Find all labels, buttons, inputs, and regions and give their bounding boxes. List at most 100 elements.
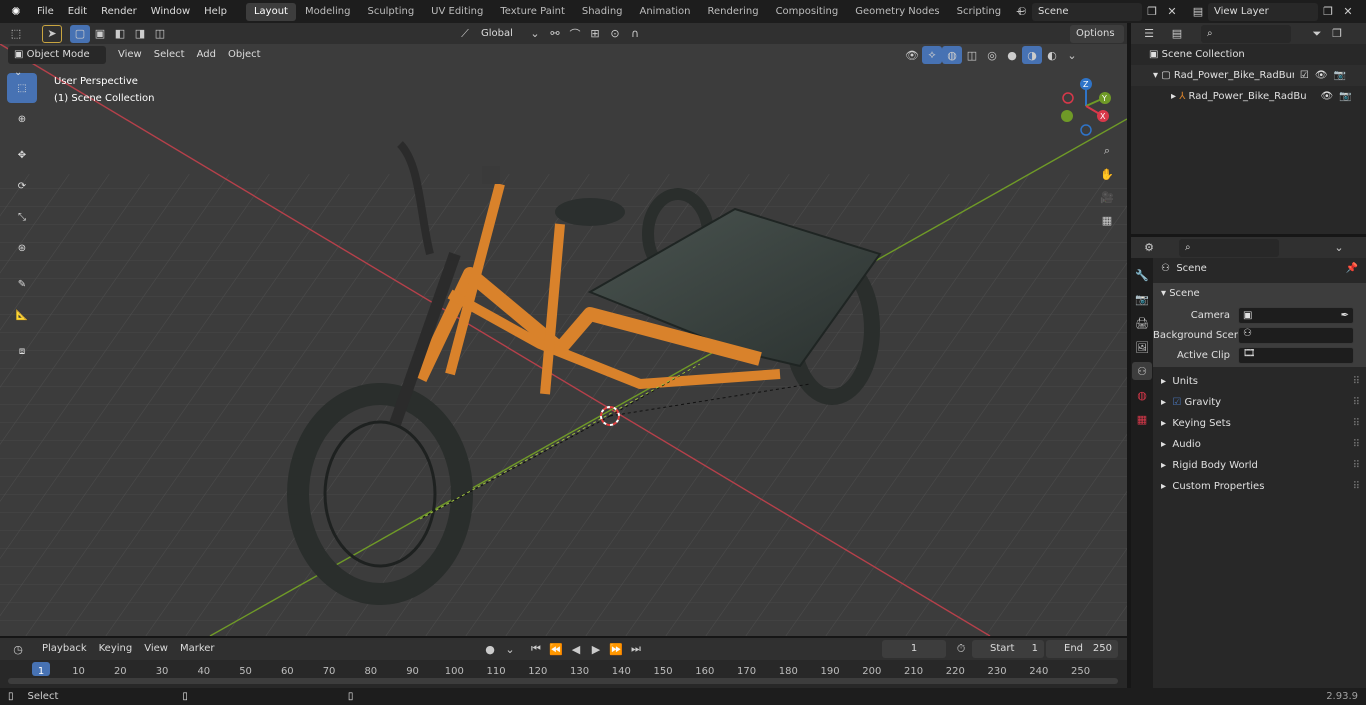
filter-icon[interactable]: ⏷ xyxy=(1307,25,1327,43)
material-shading-icon[interactable]: ◑ xyxy=(1022,46,1042,64)
eye-icon[interactable]: 👁 xyxy=(1315,70,1328,81)
render-tab-icon[interactable]: 📷 xyxy=(1132,290,1152,308)
shading-options-icon[interactable]: ⌄ xyxy=(1062,46,1082,64)
camera-field[interactable]: ▣ ✒ xyxy=(1238,307,1354,324)
snap-target-icon[interactable]: ⊞ xyxy=(585,25,605,43)
panel-units[interactable]: ▸ Units ⠿ xyxy=(1153,371,1366,392)
menu-file[interactable]: File xyxy=(30,0,61,23)
view-layer-field[interactable]: View Layer xyxy=(1208,2,1318,21)
zoom-icon[interactable]: ⌕ xyxy=(1097,142,1117,160)
jump-start-icon[interactable]: ⏮ xyxy=(526,640,546,658)
solid-shading-icon[interactable]: ● xyxy=(1002,46,1022,64)
measure-icon[interactable]: 📐 xyxy=(7,300,37,330)
tab-animation[interactable]: Animation xyxy=(632,3,699,21)
tab-layout[interactable]: Layout xyxy=(245,2,296,21)
select-tool-icon[interactable]: ➤ xyxy=(42,24,62,43)
next-keyframe-icon[interactable]: ⏩ xyxy=(606,640,626,658)
outliner-root[interactable]: ▣ Scene Collection xyxy=(1131,44,1366,65)
editor-type-icon[interactable]: ⬚ xyxy=(6,25,26,43)
active-clip-field[interactable]: 🎞 xyxy=(1238,347,1354,364)
mode-dropdown[interactable]: ▣ Object Mode ⌄ xyxy=(8,46,106,78)
eye-icon[interactable]: 👁 xyxy=(1321,91,1334,102)
viewport-menu-select[interactable]: Select xyxy=(148,46,191,64)
overlay-toggle-icon[interactable]: ◍ xyxy=(942,46,962,64)
scale-icon[interactable]: ⤡ xyxy=(7,202,37,232)
select-new-icon[interactable]: ▢ xyxy=(70,24,90,43)
tab-uv-editing[interactable]: UV Editing xyxy=(423,3,491,21)
timeline-scrollbar[interactable] xyxy=(8,678,1118,684)
remove-scene-icon[interactable]: ✕ xyxy=(1162,3,1182,21)
texture-tab-icon[interactable]: ▦ xyxy=(1132,410,1152,428)
camera-icon[interactable]: 📷 xyxy=(1334,70,1346,81)
new-view-layer-icon[interactable]: ❐ xyxy=(1318,3,1338,21)
tab-shading[interactable]: Shading xyxy=(574,3,631,21)
jump-end-icon[interactable]: ⏭ xyxy=(626,640,646,658)
chevron-down-icon[interactable]: ⌄ xyxy=(500,640,520,658)
gizmo-toggle-icon[interactable]: ⟡ xyxy=(922,46,942,64)
properties-editor-icon[interactable]: ⚙ xyxy=(1139,239,1159,257)
falloff-icon[interactable]: ∩ xyxy=(625,25,645,43)
navigation-gizmo[interactable]: Z Y X xyxy=(1061,78,1111,136)
menu-edit[interactable]: Edit xyxy=(61,0,94,23)
pivot-icon[interactable]: ⚯ xyxy=(545,25,565,43)
drag-handle-icon[interactable]: ⠿ xyxy=(1353,376,1360,387)
timeline-menu-view[interactable]: View xyxy=(138,640,174,658)
display-mode-icon[interactable]: ▤ xyxy=(1167,25,1187,43)
outliner-row[interactable]: ▸ ⅄ Rad_Power_Bike_RadBu 👁 📷 xyxy=(1131,86,1366,107)
drag-handle-icon[interactable]: ⠿ xyxy=(1353,418,1360,429)
current-frame-field[interactable]: 1 xyxy=(882,640,946,658)
add-cube-icon[interactable]: ⧈ xyxy=(7,336,37,366)
tab-texture-paint[interactable]: Texture Paint xyxy=(492,3,573,21)
panel-custom-properties[interactable]: ▸ Custom Properties ⠿ xyxy=(1153,476,1366,497)
select-intersect-icon[interactable]: ◫ xyxy=(150,25,170,43)
tab-geometry-nodes[interactable]: Geometry Nodes xyxy=(847,3,947,21)
panel-gravity[interactable]: ▸ ☑ Gravity ⠿ xyxy=(1153,392,1366,413)
outliner-search-input[interactable]: ⌕ xyxy=(1201,24,1291,43)
end-frame-field[interactable]: End 250 xyxy=(1046,640,1118,658)
panel-audio[interactable]: ▸ Audio ⠿ xyxy=(1153,434,1366,455)
prev-keyframe-icon[interactable]: ⏪ xyxy=(546,640,566,658)
scene-section-header[interactable]: ▾ Scene xyxy=(1153,283,1366,304)
scene-tab-icon[interactable]: ⚇ xyxy=(1132,362,1152,380)
menu-help[interactable]: Help xyxy=(197,0,234,23)
transform-orientation-dropdown[interactable]: Global xyxy=(475,25,525,43)
gravity-checkbox[interactable]: ☑ xyxy=(1172,397,1184,408)
output-tab-icon[interactable]: 🖨 xyxy=(1132,314,1152,332)
tab-sculpting[interactable]: Sculpting xyxy=(359,3,422,21)
panel-keying-sets[interactable]: ▸ Keying Sets ⠿ xyxy=(1153,413,1366,434)
select-extend-icon[interactable]: ▣ xyxy=(90,25,110,43)
tab-compositing[interactable]: Compositing xyxy=(768,3,847,21)
new-collection-icon[interactable]: ❐ xyxy=(1327,25,1347,43)
move-icon[interactable]: ✥ xyxy=(7,140,37,170)
snap-icon[interactable]: ⌒ xyxy=(565,25,585,43)
viewport-menu-view[interactable]: View xyxy=(112,46,148,64)
visibility-icon[interactable]: 👁 xyxy=(902,46,922,64)
rendered-shading-icon[interactable]: ◐ xyxy=(1042,46,1062,64)
blender-logo-icon[interactable]: ✺ xyxy=(6,3,26,21)
cursor-icon[interactable]: ⊕ xyxy=(7,104,37,134)
drag-handle-icon[interactable]: ⠿ xyxy=(1353,397,1360,408)
remove-view-layer-icon[interactable]: ✕ xyxy=(1338,3,1358,21)
annotate-icon[interactable]: ✎ xyxy=(7,269,37,299)
new-scene-icon[interactable]: ❐ xyxy=(1142,3,1162,21)
timeline-menu-playback[interactable]: Playback xyxy=(36,640,93,658)
panel-rigid-body-world[interactable]: ▸ Rigid Body World ⠿ xyxy=(1153,455,1366,476)
expand-down-icon[interactable]: ▾ xyxy=(1153,70,1161,81)
pan-hand-icon[interactable]: ✋ xyxy=(1097,165,1117,183)
chevron-down-icon[interactable]: ⌄ xyxy=(1329,239,1349,257)
viewport-menu-object[interactable]: Object xyxy=(222,46,267,64)
wireframe-shading-icon[interactable]: ◎ xyxy=(982,46,1002,64)
tab-rendering[interactable]: Rendering xyxy=(699,3,766,21)
tab-scripting[interactable]: Scripting xyxy=(949,3,1009,21)
record-icon[interactable]: ● xyxy=(480,640,500,658)
menu-render[interactable]: Render xyxy=(94,0,144,23)
transform-icon[interactable]: ⊛ xyxy=(7,233,37,263)
viewport-menu-add[interactable]: Add xyxy=(191,46,222,64)
expand-right-icon[interactable]: ▸ xyxy=(1171,91,1179,102)
eyedropper-icon[interactable]: ✒ xyxy=(1341,310,1349,321)
drag-handle-icon[interactable]: ⠿ xyxy=(1353,481,1360,492)
select-subtract-icon[interactable]: ◧ xyxy=(110,25,130,43)
proportional-edit-icon[interactable]: ⊙ xyxy=(605,25,625,43)
rotate-icon[interactable]: ⟳ xyxy=(7,171,37,201)
stopwatch-icon[interactable]: ⏱ xyxy=(951,640,971,658)
